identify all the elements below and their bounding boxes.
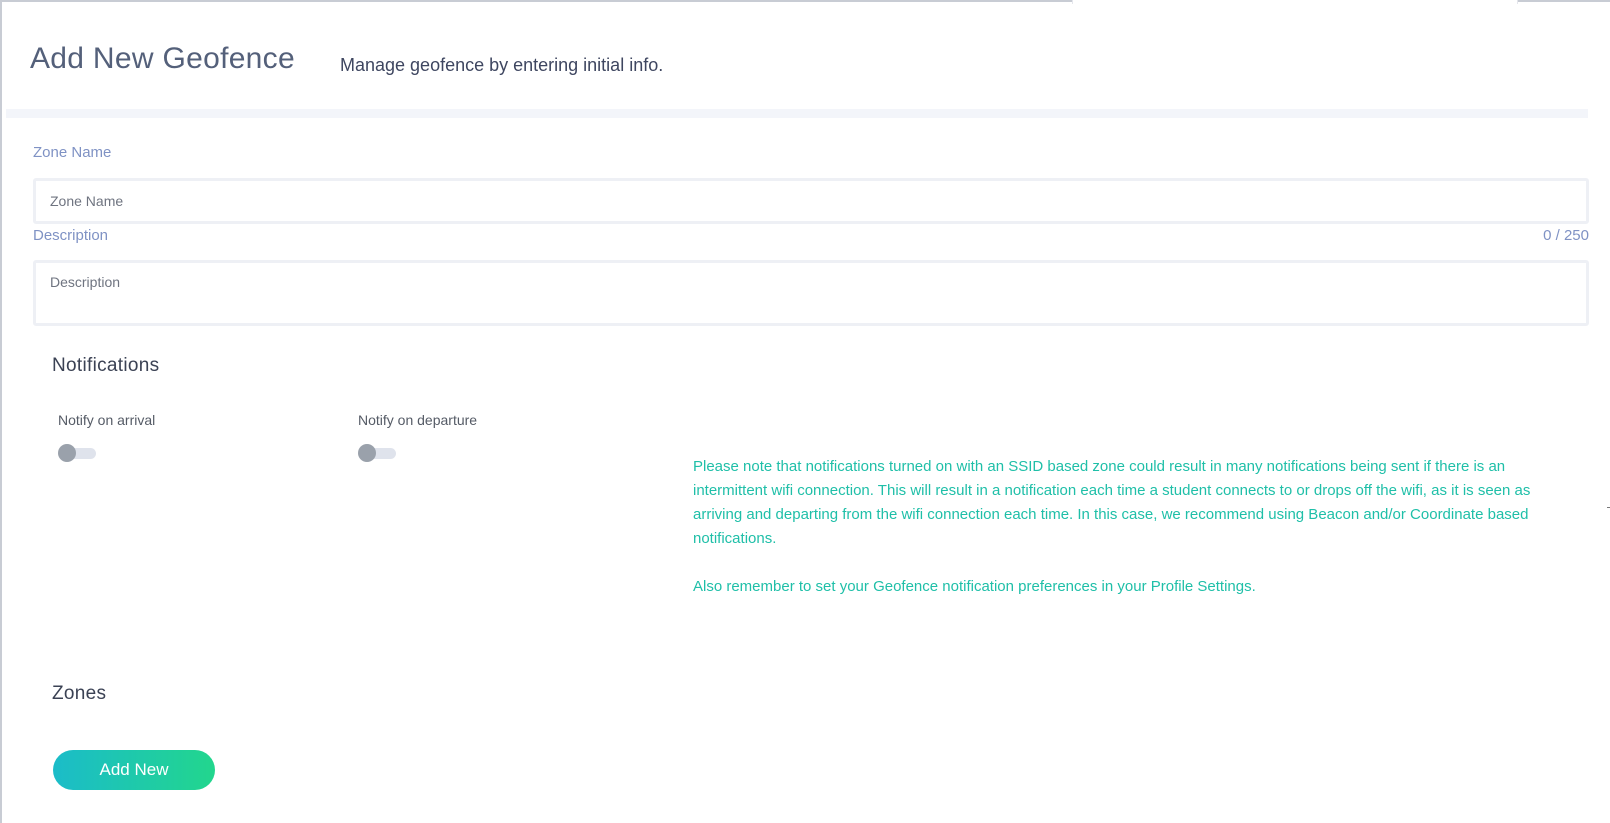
profile-settings-link[interactable]: Profile Settings bbox=[1151, 578, 1252, 595]
description-label: Description bbox=[33, 227, 109, 244]
note-prefix: Also remember to set your Geofence notif… bbox=[693, 578, 1151, 595]
zone-name-label: Zone Name bbox=[33, 144, 112, 161]
toggle-knob bbox=[358, 444, 376, 462]
toggle-knob bbox=[58, 444, 76, 462]
notify-departure-label: Notify on departure bbox=[358, 412, 478, 428]
ssid-notification-note: Please note that notifications turned on… bbox=[693, 455, 1533, 623]
notify-arrival-label: Notify on arrival bbox=[58, 412, 156, 428]
description-input[interactable] bbox=[33, 260, 1589, 326]
note-suffix: . bbox=[1251, 578, 1256, 595]
note-paragraph-profile: Also remember to set your Geofence notif… bbox=[693, 575, 1533, 599]
page-header: Add New Geofence Manage geofence by ente… bbox=[6, 4, 1588, 109]
page-subtitle: Manage geofence by entering initial info… bbox=[340, 55, 664, 75]
description-char-counter: 0 / 250 bbox=[1543, 227, 1589, 244]
zone-name-input[interactable] bbox=[33, 178, 1589, 224]
notify-arrival-toggle[interactable] bbox=[58, 444, 96, 462]
app-frame: Add New Geofence Manage geofence by ente… bbox=[0, 0, 1610, 823]
zones-title: Zones bbox=[52, 683, 107, 704]
header-divider bbox=[6, 109, 1588, 118]
notifications-title: Notifications bbox=[52, 355, 160, 376]
notify-departure-toggle[interactable] bbox=[358, 444, 396, 462]
note-paragraph: Please note that notifications turned on… bbox=[693, 458, 1531, 547]
page-title: Add New Geofence bbox=[30, 42, 295, 75]
add-new-zone-button[interactable]: Add New bbox=[53, 750, 215, 790]
